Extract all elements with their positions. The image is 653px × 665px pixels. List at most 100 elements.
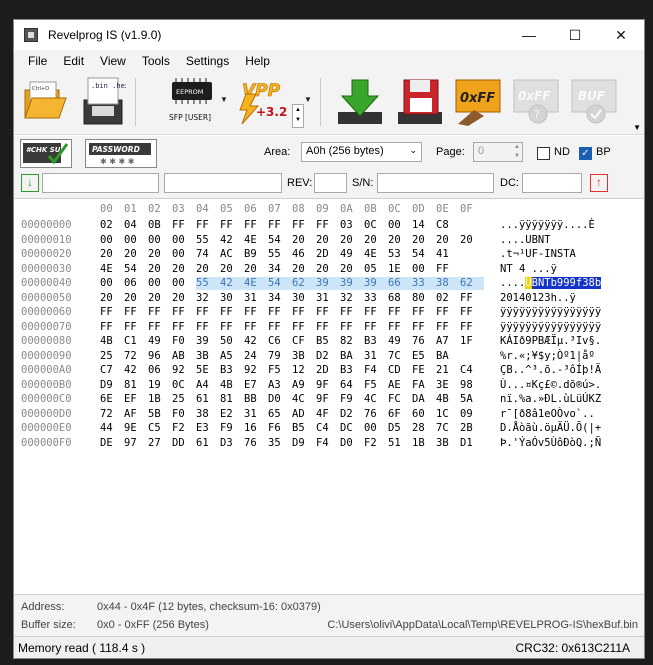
hex-byte[interactable]: 42 (220, 277, 244, 290)
hex-byte[interactable]: 20 (148, 248, 172, 261)
hex-byte[interactable]: 64 (340, 379, 364, 392)
hex-byte[interactable]: 00 (412, 263, 436, 276)
hex-byte[interactable]: FF (340, 321, 364, 334)
menu-settings[interactable]: Settings (178, 54, 237, 68)
hex-byte[interactable]: 00 (148, 234, 172, 247)
hex-byte[interactable]: FF (244, 321, 268, 334)
hex-byte[interactable]: 20 (124, 292, 148, 305)
hex-byte[interactable]: 20 (124, 248, 148, 261)
hex-row-ascii[interactable]: .t¬¹UF-INSTA (500, 248, 576, 261)
hex-byte[interactable]: 20 (100, 248, 124, 261)
minimize-button[interactable]: — (506, 20, 552, 50)
hex-byte[interactable]: D0 (268, 393, 292, 406)
hex-byte[interactable]: 44 (100, 422, 124, 435)
hex-byte[interactable]: 68 (388, 292, 412, 305)
hex-byte[interactable]: AB (172, 350, 196, 363)
hex-byte[interactable]: BB (244, 393, 268, 406)
hex-byte[interactable]: 27 (148, 437, 172, 450)
hex-byte[interactable]: 02 (436, 292, 460, 305)
hex-byte[interactable]: B9 (244, 248, 268, 261)
hex-byte[interactable]: 76 (364, 408, 388, 421)
hex-byte[interactable]: 20 (292, 234, 316, 247)
hex-byte[interactable]: FF (364, 306, 388, 319)
hex-byte[interactable]: 20 (316, 234, 340, 247)
hex-byte[interactable]: FF (172, 321, 196, 334)
hex-byte[interactable]: 20 (220, 263, 244, 276)
hex-byte[interactable]: FF (220, 321, 244, 334)
hex-byte[interactable]: A9 (292, 379, 316, 392)
hex-byte[interactable]: 42 (220, 234, 244, 247)
hex-byte[interactable]: 55 (196, 234, 220, 247)
hex-byte[interactable]: 72 (100, 408, 124, 421)
hex-byte[interactable]: FF (388, 306, 412, 319)
hex-byte[interactable]: FF (316, 306, 340, 319)
hex-byte[interactable]: B3 (364, 335, 388, 348)
hex-row-bytes[interactable]: 4E 54 20 20 20 20 20 34 20 20 20 05 1E 00 FF (100, 263, 484, 276)
hex-byte[interactable]: 4C (292, 393, 316, 406)
hex-byte[interactable]: 20 (172, 263, 196, 276)
hex-row-ascii[interactable]: r¯[ð8â1e­OÒvo`.. (500, 408, 595, 421)
hex-byte[interactable]: 33 (364, 292, 388, 305)
hex-byte[interactable]: BA (340, 350, 364, 363)
hex-byte[interactable]: 20 (100, 292, 124, 305)
hex-byte[interactable]: 1E (388, 263, 412, 276)
hex-byte[interactable]: 54 (268, 234, 292, 247)
hex-byte[interactable]: 82 (340, 335, 364, 348)
hex-byte[interactable]: D1 (460, 437, 484, 450)
hex-byte[interactable]: 32 (340, 292, 364, 305)
hex-byte[interactable]: AE (388, 379, 412, 392)
hex-row-bytes[interactable]: 44 9E C5 F2 E3 F9 16 F6 B5 C4 DC 00 D5 28 7C 2B (100, 422, 484, 435)
hex-byte[interactable]: 21 (436, 364, 460, 377)
hex-byte[interactable]: FF (292, 219, 316, 232)
hex-byte[interactable]: 06 (148, 364, 172, 377)
hex-byte[interactable]: 80 (412, 292, 436, 305)
hex-byte[interactable]: 30 (292, 292, 316, 305)
chip-select-button[interactable]: EEPROM SFP [USER] (160, 76, 224, 126)
hex-byte[interactable]: FF (268, 306, 292, 319)
hex-byte[interactable]: C5 (148, 422, 172, 435)
hex-byte[interactable]: 39 (364, 277, 388, 290)
hex-byte[interactable]: FF (244, 306, 268, 319)
hex-byte[interactable]: FF (460, 306, 484, 319)
hex-byte[interactable]: 38 (436, 277, 460, 290)
hex-byte[interactable]: 98 (460, 379, 484, 392)
hex-byte[interactable]: 49 (340, 248, 364, 261)
menu-view[interactable]: View (92, 54, 134, 68)
hex-byte[interactable]: 39 (196, 335, 220, 348)
hex-byte[interactable]: 20 (388, 234, 412, 247)
hex-byte[interactable]: 34 (268, 263, 292, 276)
hex-byte[interactable]: D3 (220, 437, 244, 450)
hex-byte[interactable]: 31 (244, 408, 268, 421)
hex-row-bytes[interactable]: 6E EF 1B 25 61 81 BB D0 4C 9F F9 4C FC DA 4B 5A (100, 393, 484, 406)
hex-byte[interactable]: CD (388, 364, 412, 377)
menu-file[interactable]: File (20, 54, 55, 68)
hex-byte[interactable]: FF (196, 321, 220, 334)
hex-byte[interactable]: 49 (148, 335, 172, 348)
hex-byte[interactable]: C7 (100, 364, 124, 377)
hex-byte[interactable]: DA (412, 393, 436, 406)
hex-byte[interactable]: F0 (172, 408, 196, 421)
field-2[interactable] (164, 173, 282, 193)
hex-byte[interactable]: FF (388, 321, 412, 334)
hex-byte[interactable]: 7C (388, 350, 412, 363)
hex-byte[interactable]: FF (172, 306, 196, 319)
hex-byte[interactable]: 55 (268, 248, 292, 261)
hex-row-bytes[interactable]: FF FF FF FF FF FF FF FF FF FF FF FF FF FF FF FF (100, 306, 484, 319)
hex-byte[interactable]: B5 (292, 422, 316, 435)
hex-byte[interactable]: 30 (220, 292, 244, 305)
hex-byte[interactable]: 20 (196, 263, 220, 276)
hex-byte[interactable]: 20 (172, 292, 196, 305)
hex-byte[interactable]: 9F (316, 379, 340, 392)
hex-byte[interactable]: 20 (340, 263, 364, 276)
export-icon[interactable]: ↑ (590, 174, 608, 192)
hex-byte[interactable]: D0 (340, 437, 364, 450)
hex-row-bytes[interactable]: 4B C1 49 F0 39 50 42 C6 CF B5 82 B3 49 76 A7 1F (100, 335, 484, 348)
hex-byte[interactable]: FF (412, 306, 436, 319)
hex-row-ascii[interactable]: ÿÿÿÿÿÿÿÿÿÿÿÿÿÿÿÿ (500, 321, 601, 334)
hex-byte[interactable]: 76 (412, 335, 436, 348)
hex-byte[interactable]: 20 (412, 234, 436, 247)
hex-byte[interactable]: FF (268, 321, 292, 334)
hex-byte[interactable]: FF (268, 219, 292, 232)
hex-row-ascii[interactable]: D.Åòãù.öµÄÜ.Õ(|+ (500, 422, 601, 435)
nd-checkbox[interactable] (537, 147, 550, 160)
